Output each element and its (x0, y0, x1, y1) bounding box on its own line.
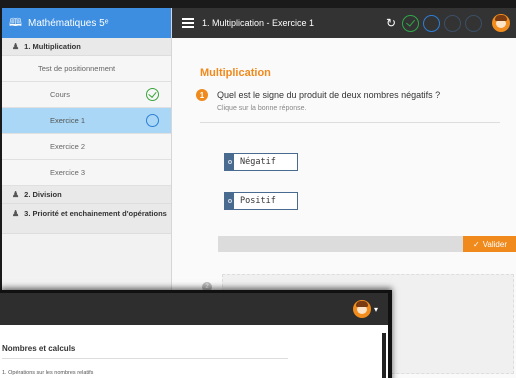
chevron-down-icon[interactable]: ▾ (374, 305, 378, 314)
scrollbar[interactable] (382, 333, 386, 378)
validate-button[interactable]: ✓ Valider (463, 236, 516, 252)
check-circle-icon (146, 88, 159, 101)
progress-todo-icon[interactable] (465, 14, 482, 32)
progress-current-icon[interactable] (423, 14, 440, 32)
person-icon: ♟ (12, 42, 20, 51)
user-avatar[interactable] (352, 300, 371, 318)
answer-option-label: Positif (240, 196, 276, 206)
sidebar-item-label: Exercice 3 (50, 168, 86, 177)
user-avatar[interactable] (492, 14, 510, 32)
sidebar-section-multiplication[interactable]: ♟ 1. Multiplication (2, 38, 171, 56)
book-icon: 🕮 (9, 16, 22, 29)
checkmark-icon: ✓ (472, 239, 480, 249)
progress-indicators: ↻ (386, 14, 516, 32)
progress-done-icon[interactable] (402, 14, 419, 32)
validate-bar (218, 236, 488, 252)
question-hint: Clique sur la bonne réponse. (217, 105, 307, 112)
progress-todo-icon[interactable] (444, 14, 461, 32)
sidebar-item-label: Exercice 1 (50, 116, 86, 125)
hamburger-menu-icon[interactable] (182, 18, 194, 28)
answer-option-positif[interactable]: Positif (224, 192, 298, 210)
exercise-heading: Multiplication (200, 67, 271, 79)
sidebar-section-label: 3. Priorité et enchainement d'opérations (24, 209, 167, 218)
top-bar: 1. Multiplication - Exercice 1 ↻ (172, 8, 516, 38)
question-number-badge: 1 (196, 89, 208, 101)
radio-icon (225, 154, 234, 170)
sidebar-item-label: Exercice 2 (50, 142, 86, 151)
sidebar-section-label: 1. Multiplication (24, 42, 81, 51)
answer-option-negatif[interactable]: Négatif (224, 153, 298, 171)
sidebar-item-exercice-3[interactable]: Exercice 3 (2, 160, 171, 186)
course-title: Mathématiques 5ᵉ (27, 17, 109, 29)
answer-option-label: Négatif (240, 157, 276, 167)
sidebar-item-label: Cours (50, 90, 71, 99)
divider (200, 122, 500, 123)
validate-label: Valider (482, 239, 507, 249)
overlay-top-bar: ▾ (0, 293, 388, 325)
reload-icon[interactable]: ↻ (386, 16, 396, 30)
sidebar-section-division[interactable]: ♟ 2. Division (2, 186, 171, 204)
overlay-list-item[interactable]: 1. Opérations sur les nombres relatifs (2, 370, 93, 376)
question-text: Quel est le signe du produit de deux nom… (217, 90, 441, 100)
sidebar-item-exercice-1[interactable]: Exercice 1 (2, 108, 171, 134)
sidebar-item-cours[interactable]: Cours (2, 82, 171, 108)
sidebar-item-label: Test de positionnement (38, 64, 116, 73)
overlay-chapter-title: Nombres et calculs (2, 344, 76, 353)
person-icon: ♟ (12, 209, 20, 218)
progress-ring-icon (146, 114, 159, 127)
radio-icon (225, 193, 234, 209)
sidebar-item-test-positionnement[interactable]: Test de positionnement (2, 56, 171, 82)
course-header[interactable]: 🕮 Mathématiques 5ᵉ (2, 8, 171, 38)
screenshot-stage: 🕮 Mathématiques 5ᵉ ♟ 1. Multiplication T… (0, 0, 516, 378)
sidebar-section-priorite[interactable]: ♟ 3. Priorité et enchainement d'opératio… (2, 204, 171, 234)
sidebar-item-exercice-2[interactable]: Exercice 2 (2, 134, 171, 160)
person-icon: ♟ (12, 190, 20, 199)
overlay-window: ▾ Nombres et calculs 1. Opérations sur l… (0, 290, 392, 378)
exercise-title: 1. Multiplication - Exercice 1 (202, 18, 315, 28)
divider (2, 358, 288, 359)
sidebar-section-label: 2. Division (24, 190, 62, 199)
